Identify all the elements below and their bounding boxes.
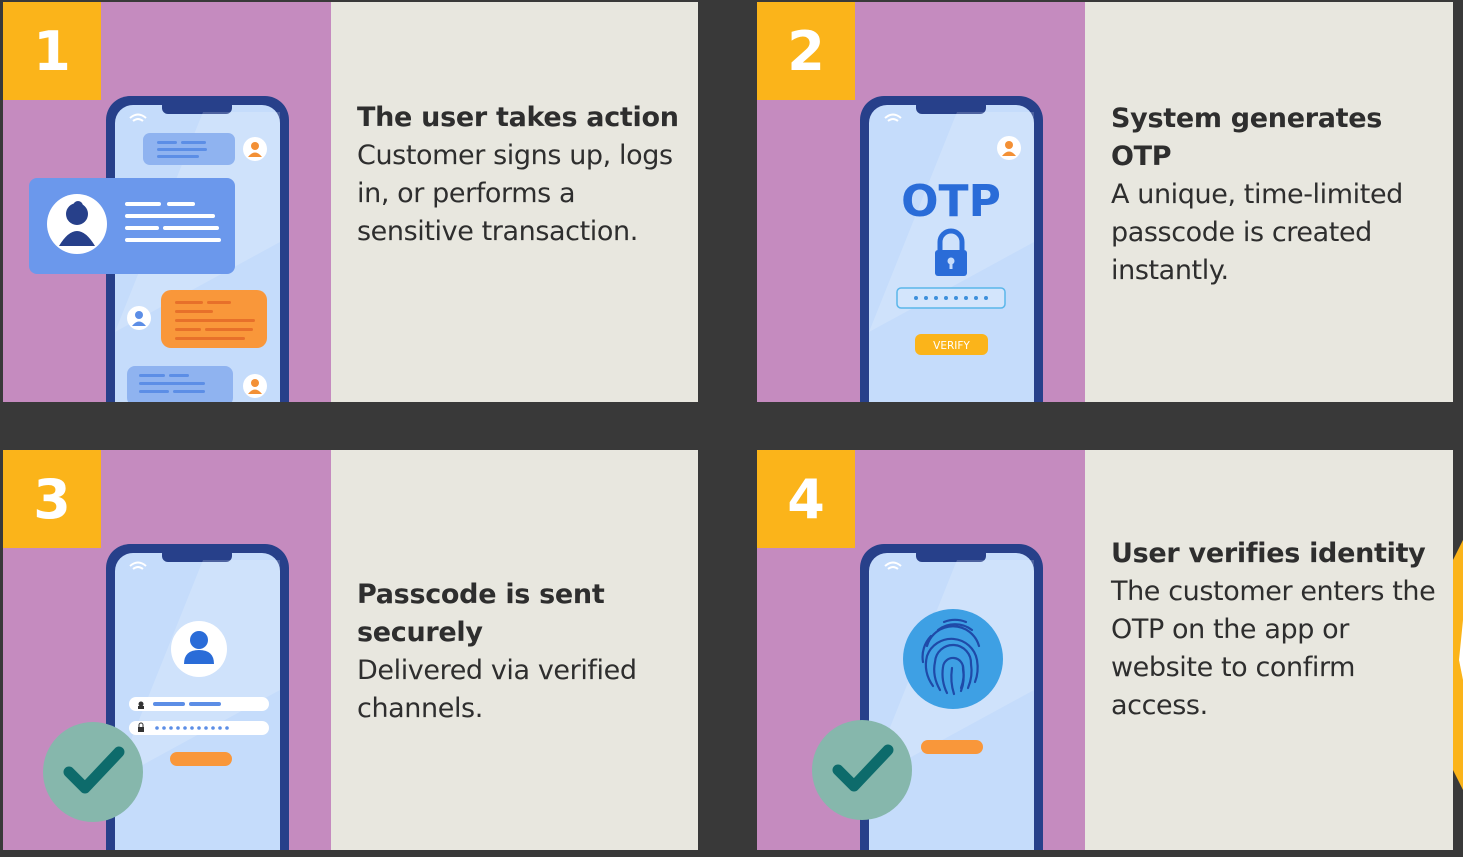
fingerprint-icon [903, 609, 1003, 709]
submit-button [170, 752, 232, 766]
step-text: Passcode is sent securely Delivered via … [357, 576, 686, 728]
otp-phone-illustration: OTP VERIFY [860, 96, 1043, 402]
step-card-4: 4 User verifies identity The customer en… [757, 450, 1453, 850]
avatar-icon [47, 194, 107, 254]
step-description: Customer signs up, logs in, or performs … [357, 140, 673, 247]
step-description: A unique, time-limited passcode is creat… [1111, 179, 1403, 286]
avatar-icon [243, 137, 267, 161]
confirm-button [921, 740, 983, 754]
step-card-1: 1 The user takes action Customer signs u… [3, 2, 698, 402]
step-text: User verifies identity The customer ente… [1111, 535, 1441, 725]
step-description: The customer enters the OTP on the app o… [1111, 576, 1436, 721]
verify-label: VERIFY [933, 340, 970, 352]
step-text: The user takes action Customer signs up,… [357, 99, 686, 251]
step-title: User verifies identity [1111, 538, 1426, 569]
otp-label: OTP [901, 176, 1001, 227]
check-icon [812, 720, 912, 820]
otp-input [896, 287, 1006, 309]
fingerprint-phone-illustration [812, 544, 1043, 850]
step-text: System generates OTP A unique, time-limi… [1111, 100, 1441, 290]
avatar-icon [243, 374, 267, 398]
check-icon [43, 722, 143, 822]
avatar-icon [997, 136, 1021, 160]
step-card-2: 2 OTP VERIFY System generates OTP A uniq… [757, 2, 1453, 402]
avatar-icon [127, 306, 151, 330]
step-description: Delivered via verified channels. [357, 655, 637, 724]
step-card-3: 3 Passcode is sent securely Delivered vi… [3, 450, 698, 850]
user-icon [171, 621, 227, 677]
chat-phone-illustration [29, 96, 289, 402]
step-title: System generates OTP [1111, 103, 1383, 172]
edge-decoration [1453, 540, 1463, 790]
login-phone-illustration [43, 544, 289, 850]
step-title: The user takes action [357, 102, 679, 133]
step-title: Passcode is sent securely [357, 579, 605, 648]
